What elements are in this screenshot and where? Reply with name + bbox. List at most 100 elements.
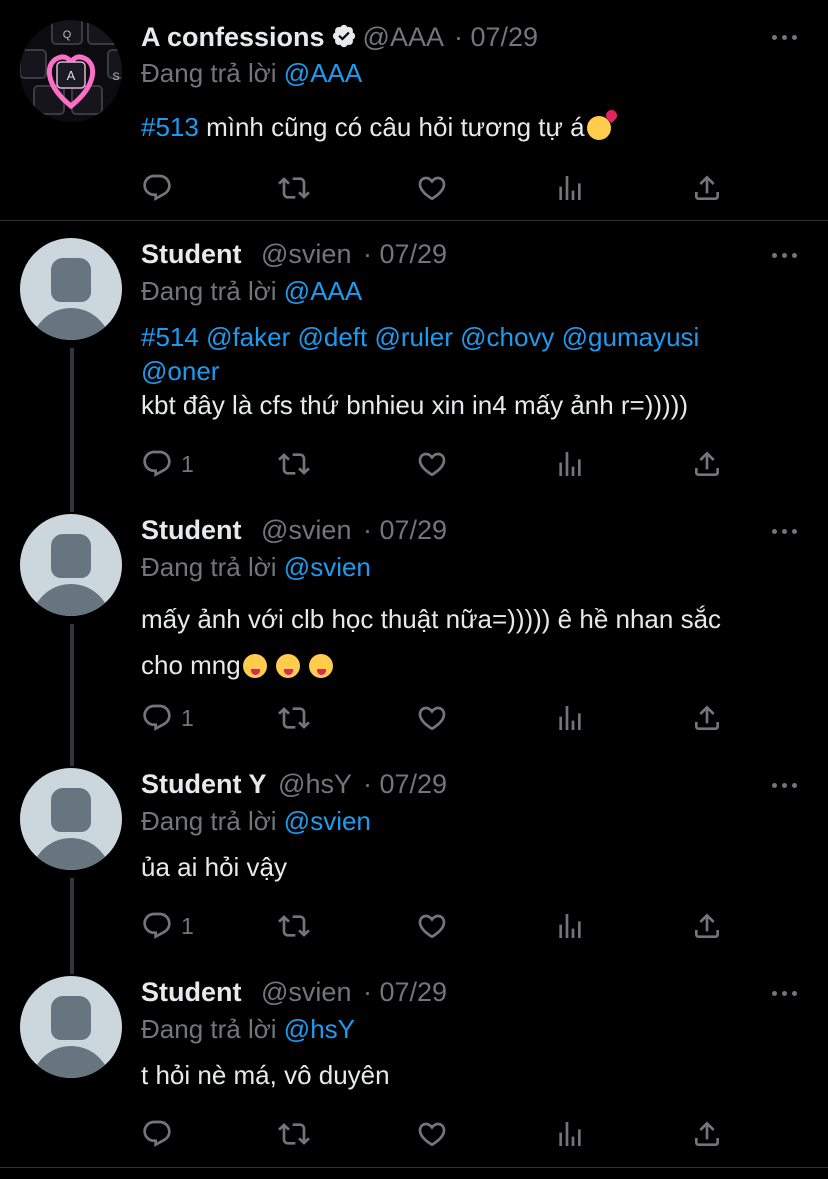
more-icon[interactable] [772, 34, 798, 42]
like-button[interactable] [416, 447, 448, 481]
tweet-actions [141, 171, 731, 205]
more-icon[interactable] [772, 990, 798, 998]
share-button[interactable] [691, 447, 723, 481]
share-button[interactable] [691, 171, 723, 205]
yum-emoji [242, 654, 267, 678]
reply-button[interactable]: 1 [141, 701, 194, 735]
share-button[interactable] [691, 701, 723, 735]
analytics-button[interactable] [554, 1117, 586, 1151]
reply-icon [141, 448, 173, 480]
tweet-body: cho mng [141, 650, 241, 680]
display-name[interactable]: Student Y [141, 769, 267, 799]
share-icon [691, 448, 723, 480]
thread-line [70, 624, 74, 766]
tweet-actions [141, 1117, 731, 1151]
more-icon[interactable] [772, 528, 798, 536]
reply-button[interactable] [141, 171, 181, 205]
tweet-header: Student @svien · 07/29 [141, 977, 447, 1008]
tweet-date[interactable]: · 07/29 [363, 769, 447, 799]
like-button[interactable] [416, 171, 448, 205]
yum-emoji [275, 654, 300, 678]
reply-icon [141, 702, 173, 734]
tweet-date[interactable]: · 07/29 [363, 977, 447, 1007]
divider [0, 220, 828, 221]
tweet-text: #513 mình cũng có câu hỏi tương tự á [141, 110, 811, 144]
display-name[interactable]: Student [141, 977, 242, 1007]
share-button[interactable] [691, 909, 723, 943]
analytics-button[interactable] [554, 447, 586, 481]
tweet-header: Student @svien · 07/29 [141, 515, 447, 546]
tweet-date[interactable]: · 07/29 [454, 22, 538, 52]
replying-to-mention[interactable]: @svien [284, 806, 371, 836]
replying-to-label: Đang trả lời [141, 276, 277, 306]
mentions-line[interactable]: @oner [141, 354, 811, 388]
avatar[interactable] [20, 768, 122, 870]
tweet-text: #514 @faker @deft @ruler @chovy @gumayus… [141, 320, 811, 422]
hashtag[interactable]: #513 [141, 112, 199, 142]
replying-to-mention[interactable]: @AAA [284, 276, 362, 306]
tweet-body: ủa ai hỏi vậy [141, 852, 287, 882]
share-button[interactable] [691, 1117, 723, 1151]
user-handle[interactable]: @AAA [363, 22, 443, 52]
tweet-body: t hỏi nè má, vô duyên [141, 1060, 390, 1090]
reply-button[interactable]: 1 [141, 447, 194, 481]
replying-to-label: Đang trả lời [141, 1014, 277, 1044]
svg-text:A: A [67, 68, 76, 83]
replying-to-mention[interactable]: @AAA [284, 58, 362, 88]
replying-to: Đang trả lời @svien [141, 552, 371, 583]
avatar[interactable] [20, 976, 122, 1078]
user-handle[interactable]: @hsY [278, 769, 351, 799]
retweet-button[interactable] [278, 447, 310, 481]
replying-to-mention[interactable]: @hsY [284, 1014, 355, 1044]
mentions-line[interactable]: #514 @faker @deft @ruler @chovy @gumayus… [141, 320, 811, 354]
reply-count: 1 [181, 450, 194, 477]
retweet-icon [278, 172, 310, 204]
avatar[interactable] [20, 238, 122, 340]
tweet-date[interactable]: · 07/29 [363, 239, 447, 269]
retweet-button[interactable] [278, 1117, 310, 1151]
display-name[interactable]: A confessions [141, 22, 325, 52]
more-icon[interactable] [772, 252, 798, 260]
replying-to-label: Đang trả lời [141, 806, 277, 836]
replying-to-mention[interactable]: @svien [284, 552, 371, 582]
like-button[interactable] [416, 909, 448, 943]
like-button[interactable] [416, 701, 448, 735]
svg-text:S: S [112, 71, 119, 83]
share-icon [691, 1118, 723, 1150]
replying-to: Đang trả lời @hsY [141, 1014, 355, 1045]
reply-button[interactable]: 1 [141, 909, 194, 943]
reply-icon [141, 1118, 173, 1150]
like-button[interactable] [416, 1117, 448, 1151]
tweet-header: Student Y @hsY · 07/29 [141, 769, 447, 800]
tweet-text: mấy ảnh với clb học thuật nữa=))))) ê hề… [141, 596, 811, 688]
tweet-actions: 1 [141, 701, 731, 735]
analytics-button[interactable] [554, 909, 586, 943]
user-handle[interactable]: @svien [261, 977, 351, 1007]
reply-button[interactable] [141, 1117, 181, 1151]
display-name[interactable]: Student [141, 239, 242, 269]
share-icon [691, 910, 723, 942]
avatar[interactable] [20, 514, 122, 616]
more-icon[interactable] [772, 782, 798, 790]
user-handle[interactable]: @svien [261, 239, 351, 269]
retweet-button[interactable] [278, 909, 310, 943]
tweet-header: A confessions @AAA · 07/29 [141, 22, 538, 56]
retweet-button[interactable] [278, 171, 310, 205]
tweet-body: mấy ảnh với clb học thuật nữa=))))) ê hề… [141, 604, 722, 634]
share-icon [691, 172, 723, 204]
retweet-icon [278, 448, 310, 480]
tweet-actions: 1 [141, 909, 731, 943]
user-handle[interactable]: @svien [261, 515, 351, 545]
retweet-icon [278, 1118, 310, 1150]
retweet-button[interactable] [278, 701, 310, 735]
display-name[interactable]: Student [141, 515, 242, 545]
avatar[interactable]: A Q S [20, 20, 122, 122]
analytics-button[interactable] [554, 171, 586, 205]
tweet-date[interactable]: · 07/29 [363, 515, 447, 545]
analytics-button[interactable] [554, 701, 586, 735]
like-icon [416, 1118, 448, 1150]
like-icon [416, 172, 448, 204]
retweet-icon [278, 910, 310, 942]
like-icon [416, 910, 448, 942]
replying-to: Đang trả lời @svien [141, 806, 371, 837]
